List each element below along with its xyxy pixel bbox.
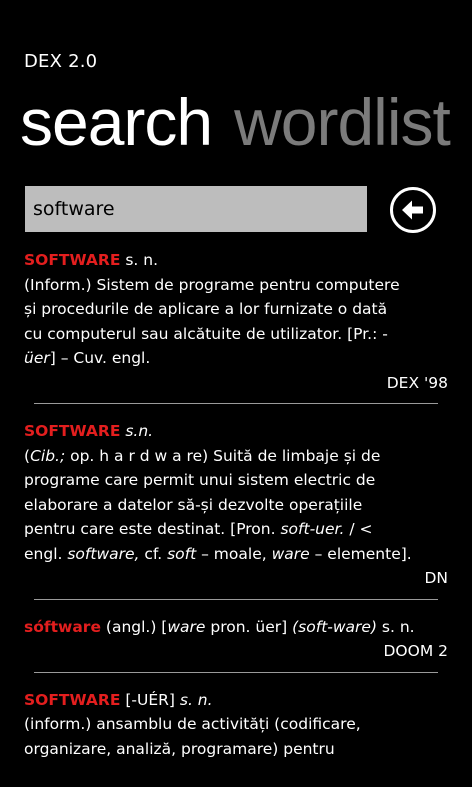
definition-entry: SOFTWARE s. n. (Inform.) Sistem de progr… xyxy=(24,248,448,395)
definitions-list: SOFTWARE s. n. (Inform.) Sistem de progr… xyxy=(24,248,448,761)
entry-text: op. h a r d w a re) Suită de limbaje și … xyxy=(65,446,381,465)
entry-text: – moale, xyxy=(196,544,272,563)
entry-divider xyxy=(34,403,438,404)
entry-headword: sóftware xyxy=(24,617,101,636)
entry-text: [-UÉR] xyxy=(120,690,180,709)
entry-divider xyxy=(34,598,438,600)
entry-text-line: programe care permit unui sistem electri… xyxy=(24,471,376,489)
entry-text-line: elaborare a datelor să-și dezvolte opera… xyxy=(24,495,363,514)
entry-headword: SOFTWARE xyxy=(24,251,121,269)
definition-entry: SOFTWARE s.n. (Cib.; op. h a r d w a re)… xyxy=(24,419,448,591)
entry-text-line: pentru care este destinat. [Pron. soft-u… xyxy=(24,517,448,542)
pivot-tab-wordlist[interactable]: wordlist xyxy=(234,85,451,159)
definition-entry: sóftware (angl.) [ware pron. üer] (soft-… xyxy=(24,615,448,664)
entry-text-line: (Cib.; op. h a r d w a re) Suită de limb… xyxy=(24,444,448,469)
entry-italic-text: soft-uer. xyxy=(280,520,345,538)
entry-pos: s.n. xyxy=(120,422,154,440)
entry-text-line: engl. software, cf. soft – moale, ware –… xyxy=(24,542,448,567)
entry-text-line: (inform.) ansamblu de activități (codifi… xyxy=(24,715,361,733)
app-title: DEX 2.0 xyxy=(24,51,98,72)
entry-heading: SOFTWARE s.n. xyxy=(24,419,448,444)
entry-source: DN xyxy=(424,569,448,587)
entry-text-line: organizare, analiză, programare) pentru xyxy=(24,739,335,758)
entry-text-line: (Inform.) Sistem de programe pentru comp… xyxy=(24,275,400,294)
entry-italic-text: soft xyxy=(167,544,197,563)
entry-headword: SOFTWARE xyxy=(24,690,121,709)
entry-heading: SOFTWARE [-UÉR] s. n. xyxy=(24,688,448,713)
entry-italic-text: s. n. xyxy=(179,690,213,709)
entry-italic-text: ware xyxy=(271,544,310,563)
entry-text-line: și procedurile de aplicare a lor furniza… xyxy=(24,300,388,318)
entry-divider xyxy=(34,671,438,673)
entry-italic-text: (soft-ware) xyxy=(292,617,377,636)
entry-heading: SOFTWARE s. n. xyxy=(24,248,448,273)
entry-text: cf. xyxy=(139,544,168,563)
entry-italic-text: üer xyxy=(24,349,50,367)
entry-text: s. n. xyxy=(377,617,415,636)
entry-text: ] – Cuv. engl. xyxy=(49,349,151,367)
entry-text: / < xyxy=(344,520,373,538)
entry-source: DEX '98 xyxy=(386,373,448,392)
search-input[interactable] xyxy=(27,188,365,230)
entry-italic-text: ware xyxy=(167,617,206,636)
back-arrow-icon xyxy=(390,187,436,233)
pivot-header: search wordlist xyxy=(20,82,451,162)
entry-headword: SOFTWARE xyxy=(24,422,121,440)
back-button[interactable] xyxy=(389,186,437,234)
entry-italic-text: Cib.; xyxy=(30,446,66,465)
entry-text: (angl.) [ xyxy=(100,617,168,636)
entry-italic-text: software, xyxy=(67,544,140,563)
search-box[interactable] xyxy=(25,186,367,232)
entry-source: DOOM 2 xyxy=(383,642,449,660)
entry-text-line: cu computerul sau alcătuite de utilizato… xyxy=(24,324,388,343)
entry-heading: sóftware (angl.) [ware pron. üer] (soft-… xyxy=(24,615,448,640)
definition-entry: SOFTWARE [-UÉR] s. n. (inform.) ansamblu… xyxy=(24,688,448,762)
entry-text: engl. xyxy=(24,544,68,563)
entry-text: – elemente]. xyxy=(309,544,412,563)
entry-pos: s. n. xyxy=(120,251,159,269)
entry-text: pentru care este destinat. [Pron. xyxy=(24,520,281,538)
entry-text: pron. üer] xyxy=(205,617,293,636)
entry-text-line: üer] – Cuv. engl. xyxy=(24,346,448,371)
pivot-tab-search[interactable]: search xyxy=(20,85,213,159)
